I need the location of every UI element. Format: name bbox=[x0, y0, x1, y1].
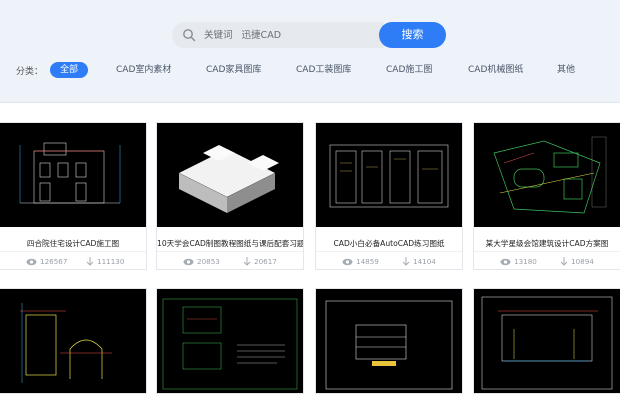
cad-thumbnail bbox=[474, 123, 620, 227]
category-mechanical[interactable]: CAD机械图纸 bbox=[468, 62, 523, 78]
eye-icon bbox=[26, 258, 37, 266]
download-icon bbox=[86, 257, 94, 266]
search-icon bbox=[183, 29, 196, 42]
search-input[interactable] bbox=[204, 22, 374, 48]
category-filter: 分类： 全部 CAD室内素材 CAD家具图库 CAD工装图库 CAD施工图 CA… bbox=[16, 62, 616, 80]
card-stats: 20853 20617 bbox=[157, 251, 303, 270]
eye-icon bbox=[183, 258, 194, 266]
download-count: 111130 bbox=[86, 257, 124, 266]
cad-thumbnail bbox=[0, 123, 146, 227]
resource-card[interactable]: 四合院住宅设计CAD施工图 126567 111130 bbox=[0, 122, 147, 270]
search-box[interactable] bbox=[172, 22, 384, 48]
download-count-value: 14104 bbox=[413, 257, 436, 266]
category-furniture[interactable]: CAD家具图库 bbox=[206, 62, 261, 78]
resource-card[interactable] bbox=[0, 288, 147, 394]
download-count-value: 10894 bbox=[571, 257, 594, 266]
category-all[interactable]: 全部 bbox=[50, 62, 89, 78]
card-stats: 13180 10894 bbox=[474, 251, 620, 270]
cad-thumbnail bbox=[157, 289, 303, 393]
category-other[interactable]: 其他 bbox=[557, 62, 575, 78]
view-count-value: 13180 bbox=[514, 257, 537, 266]
view-count-value: 126567 bbox=[40, 257, 68, 266]
download-icon bbox=[243, 257, 251, 266]
download-count-value: 20617 bbox=[254, 257, 277, 266]
view-count: 20853 bbox=[183, 257, 220, 266]
resource-card[interactable] bbox=[473, 288, 620, 394]
cad-thumbnail bbox=[316, 123, 462, 227]
category-tooling[interactable]: CAD工装图库 bbox=[296, 62, 351, 78]
category-label: 分类： bbox=[16, 67, 44, 77]
eye-icon bbox=[342, 258, 353, 266]
view-count: 13180 bbox=[500, 257, 537, 266]
download-icon bbox=[560, 257, 568, 266]
download-count: 14104 bbox=[402, 257, 436, 266]
resource-card[interactable] bbox=[156, 288, 304, 394]
view-count: 126567 bbox=[26, 257, 67, 266]
category-construction[interactable]: CAD施工图 bbox=[386, 62, 432, 78]
resource-card[interactable]: 10天学会CAD制图教程图纸与课后配套习题 20853 20617 bbox=[156, 122, 304, 270]
category-interior[interactable]: CAD室内素材 bbox=[116, 62, 171, 78]
cad-thumbnail bbox=[316, 289, 462, 393]
download-count: 10894 bbox=[560, 257, 594, 266]
resource-card[interactable]: 某大学星级会馆建筑设计CAD方案图 13180 10894 bbox=[473, 122, 620, 270]
view-count: 14859 bbox=[342, 257, 379, 266]
download-icon bbox=[402, 257, 410, 266]
resource-card[interactable]: CAD小白必备AutoCAD练习图纸 14859 14104 bbox=[315, 122, 463, 270]
search-header: 搜索 分类： 全部 CAD室内素材 CAD家具图库 CAD工装图库 CAD施工图… bbox=[0, 0, 620, 103]
card-stats: 126567 111130 bbox=[0, 251, 146, 270]
download-count: 20617 bbox=[243, 257, 277, 266]
card-stats: 14859 14104 bbox=[316, 251, 462, 270]
cad-thumbnail bbox=[474, 289, 620, 393]
cad-thumbnail bbox=[0, 289, 146, 393]
view-count-value: 20853 bbox=[197, 257, 220, 266]
view-count-value: 14859 bbox=[356, 257, 379, 266]
download-count-value: 111130 bbox=[97, 257, 125, 266]
search-button[interactable]: 搜索 bbox=[379, 22, 446, 48]
resource-card[interactable] bbox=[315, 288, 463, 394]
eye-icon bbox=[500, 258, 511, 266]
cad-thumbnail bbox=[157, 123, 303, 227]
